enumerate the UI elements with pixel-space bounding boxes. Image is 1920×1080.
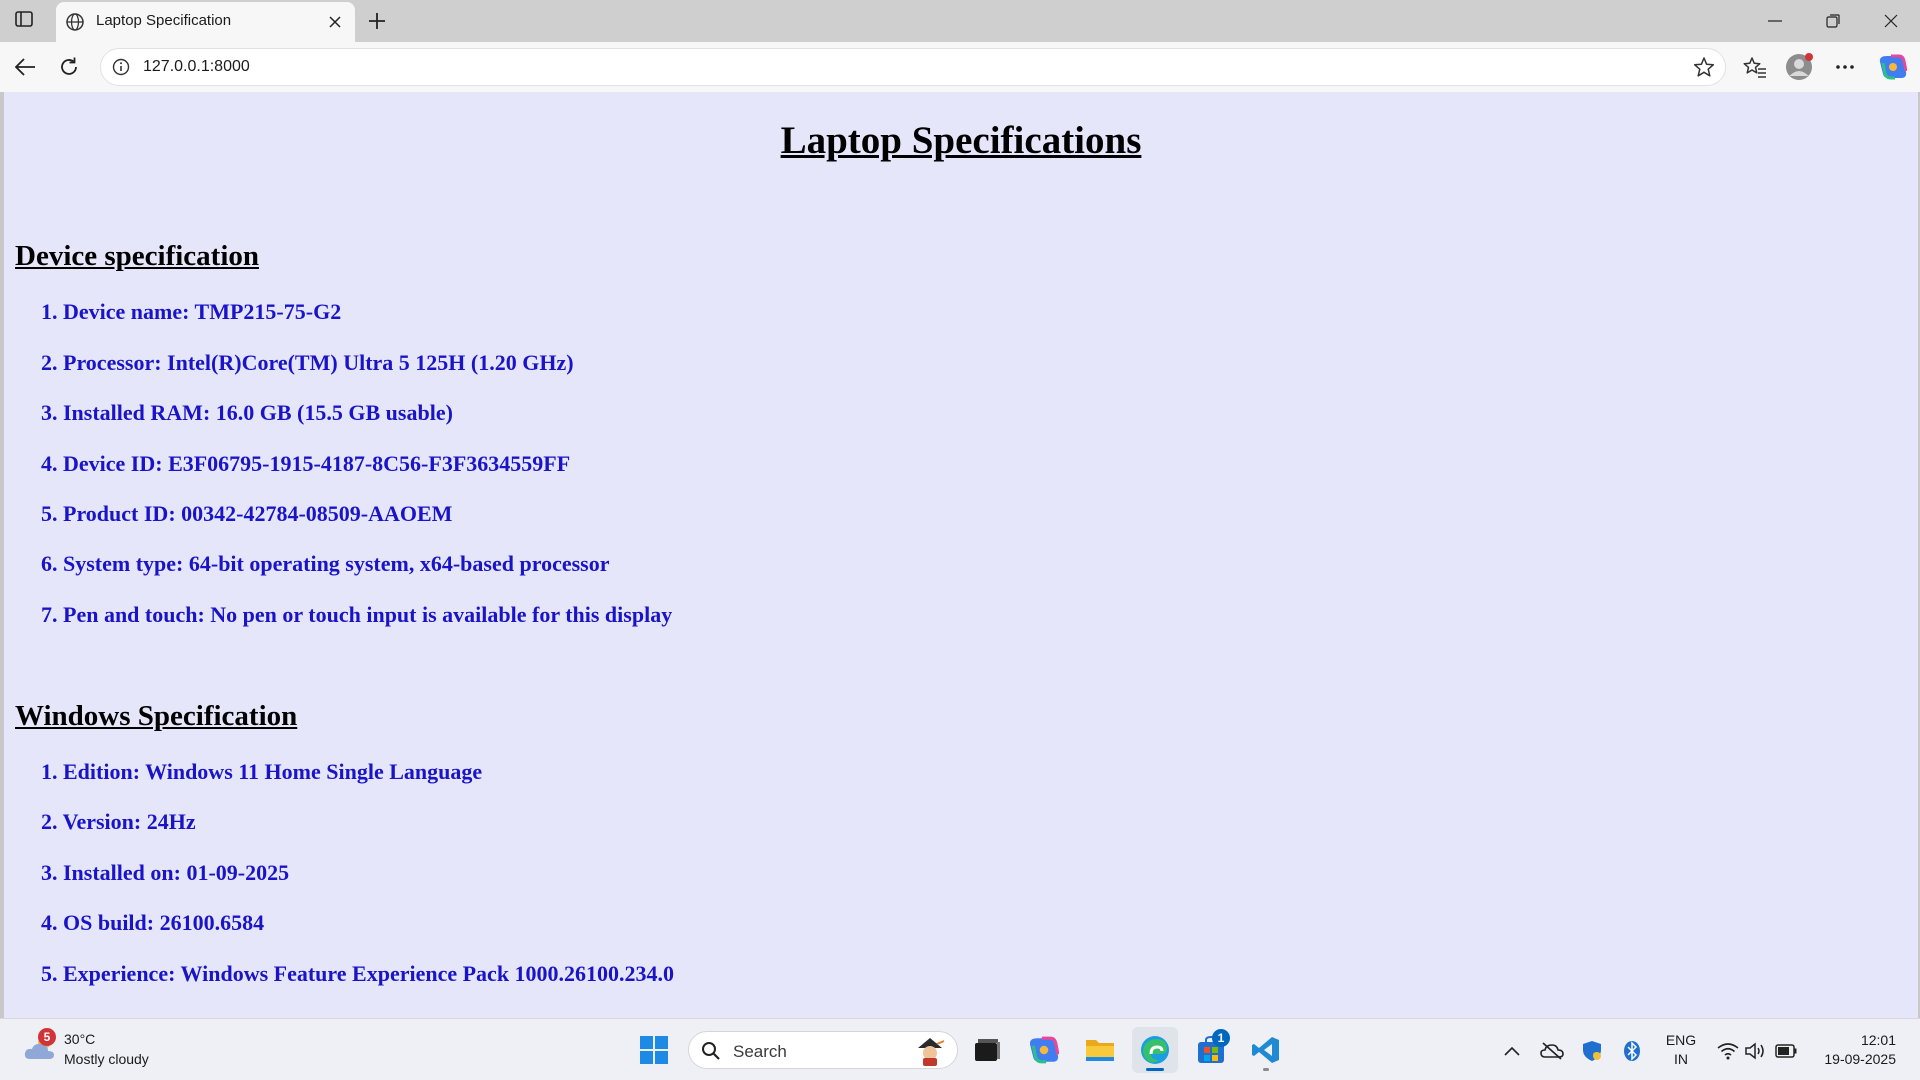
windows-spec-heading: Windows Specification bbox=[15, 700, 298, 732]
show-hidden-icons-button[interactable] bbox=[1500, 1039, 1524, 1063]
refresh-icon bbox=[61, 57, 77, 75]
close-icon bbox=[329, 16, 341, 28]
network-tray[interactable] bbox=[1716, 1039, 1740, 1063]
favorites-icon bbox=[1743, 57, 1766, 78]
device-spec-heading: Device specification bbox=[15, 240, 260, 272]
weather-condition: Mostly cloudy bbox=[64, 1051, 149, 1067]
edge-icon bbox=[1141, 1036, 1169, 1064]
clock-time: 12:01 bbox=[1860, 1032, 1896, 1048]
device-spec-item: 2. Processor: Intel(R)Core(TM) Ultra 5 1… bbox=[41, 350, 574, 375]
search-placeholder: Search bbox=[733, 1042, 787, 1061]
back-arrow-icon bbox=[14, 58, 35, 76]
weather-alert-badge: 5 bbox=[38, 1028, 56, 1046]
minimize-icon bbox=[1768, 20, 1782, 22]
region-code: IN bbox=[1674, 1051, 1688, 1067]
more-icon bbox=[1836, 65, 1854, 69]
close-icon bbox=[1884, 14, 1898, 28]
device-spec-item: 5. Product ID: 00342-42784-08509-AAOEM bbox=[41, 501, 453, 526]
running-indicator bbox=[1146, 1068, 1164, 1071]
chevron-up-icon bbox=[1504, 1046, 1520, 1056]
weather-temperature: 30°C bbox=[64, 1031, 96, 1047]
windows-spec-item: 5. Experience: Windows Feature Experienc… bbox=[41, 961, 675, 986]
device-spec-item: 7. Pen and touch: No pen or touch input … bbox=[41, 602, 673, 627]
battery-icon bbox=[1775, 1044, 1797, 1058]
edge-button[interactable] bbox=[1132, 1027, 1178, 1073]
onedrive-tray[interactable] bbox=[1540, 1039, 1564, 1063]
volume-tray[interactable] bbox=[1744, 1039, 1768, 1063]
windows-spec-item: 2. Version: 24Hz bbox=[41, 809, 196, 834]
bluetooth-tray[interactable] bbox=[1620, 1039, 1644, 1063]
restore-icon bbox=[1826, 14, 1840, 28]
bluetooth-icon bbox=[1624, 1041, 1640, 1061]
wifi-icon bbox=[1717, 1043, 1739, 1060]
new-tab-button[interactable] bbox=[362, 6, 392, 36]
store-button[interactable]: 1 bbox=[1188, 1027, 1234, 1073]
start-button[interactable] bbox=[631, 1027, 677, 1073]
vscode-icon bbox=[1252, 1037, 1279, 1063]
tab-actions-icon bbox=[15, 10, 33, 32]
plus-icon bbox=[369, 13, 385, 29]
back-button[interactable] bbox=[8, 50, 42, 84]
close-tab-button[interactable] bbox=[323, 10, 347, 34]
favorites-button[interactable] bbox=[1738, 50, 1772, 84]
language-code: ENG bbox=[1665, 1032, 1697, 1048]
refresh-button[interactable] bbox=[52, 50, 86, 84]
defender-icon bbox=[1583, 1041, 1601, 1061]
taskbar: 5 30°C Mostly cloudy Search 1 ENG IN 12:… bbox=[0, 1018, 1920, 1080]
vscode-button[interactable] bbox=[1243, 1027, 1289, 1073]
file-explorer-icon bbox=[1086, 1040, 1114, 1061]
battery-tray[interactable] bbox=[1774, 1039, 1798, 1063]
address-bar[interactable]: 127.0.0.1:8000 bbox=[100, 48, 1726, 86]
more-options-button[interactable] bbox=[1828, 50, 1862, 84]
defender-tray[interactable] bbox=[1580, 1039, 1604, 1063]
input-language[interactable]: ENG IN bbox=[1664, 1031, 1698, 1069]
windows-start-icon bbox=[640, 1036, 668, 1064]
onedrive-icon bbox=[1540, 1042, 1564, 1060]
profile-icon bbox=[1786, 53, 1813, 80]
star-icon bbox=[1693, 57, 1715, 77]
search-icon bbox=[702, 1042, 720, 1060]
running-indicator bbox=[1263, 1068, 1269, 1071]
clock-date: 19-09-2025 bbox=[1824, 1051, 1896, 1067]
page-viewport: Laptop Specifications Device specificati… bbox=[4, 92, 1918, 1018]
tab-title: Laptop Specification bbox=[96, 12, 232, 29]
device-spec-item: 1. Device name: TMP215-75-G2 bbox=[41, 299, 342, 324]
device-spec-item: 4. Device ID: E3F06795-1915-4187-8C56-F3… bbox=[41, 451, 571, 476]
info-icon[interactable] bbox=[111, 57, 131, 77]
store-notification-badge: 1 bbox=[1212, 1029, 1230, 1047]
device-spec-item: 6. System type: 64-bit operating system,… bbox=[41, 551, 610, 576]
copilot-app-icon bbox=[1029, 1036, 1059, 1064]
search-highlight-icon bbox=[918, 1038, 945, 1066]
restore-button[interactable] bbox=[1804, 0, 1862, 42]
windows-spec-item: 3. Installed on: 01-09-2025 bbox=[41, 860, 290, 885]
minimize-button[interactable] bbox=[1746, 0, 1804, 42]
copilot-icon bbox=[1879, 54, 1907, 80]
title-bar: Laptop Specification bbox=[0, 0, 1920, 42]
page-title: Laptop Specifications bbox=[780, 119, 1142, 162]
url-text[interactable]: 127.0.0.1:8000 bbox=[143, 58, 250, 76]
active-tab[interactable]: Laptop Specification bbox=[56, 2, 355, 42]
file-explorer-button[interactable] bbox=[1077, 1027, 1123, 1073]
close-window-button[interactable] bbox=[1862, 0, 1920, 42]
globe-icon bbox=[64, 11, 86, 33]
system-clock[interactable]: 12:01 19-09-2025 bbox=[1812, 1031, 1896, 1069]
copilot-app-button[interactable] bbox=[1021, 1027, 1067, 1073]
tab-actions-button[interactable] bbox=[8, 6, 40, 36]
windows-spec-item: 1. Edition: Windows 11 Home Single Langu… bbox=[41, 759, 483, 784]
copilot-button[interactable] bbox=[1876, 50, 1910, 84]
favorite-star-button[interactable] bbox=[1691, 54, 1717, 80]
browser-toolbar: 127.0.0.1:8000 bbox=[0, 42, 1920, 92]
volume-icon bbox=[1745, 1042, 1764, 1060]
task-view-button[interactable] bbox=[964, 1027, 1010, 1073]
windows-spec-item: 4. OS build: 26100.6584 bbox=[41, 910, 265, 935]
task-view-icon bbox=[975, 1039, 1000, 1061]
device-spec-item: 3. Installed RAM: 16.0 GB (15.5 GB usabl… bbox=[41, 400, 453, 425]
taskbar-search[interactable]: Search bbox=[688, 1031, 958, 1069]
profile-button[interactable] bbox=[1782, 50, 1816, 84]
